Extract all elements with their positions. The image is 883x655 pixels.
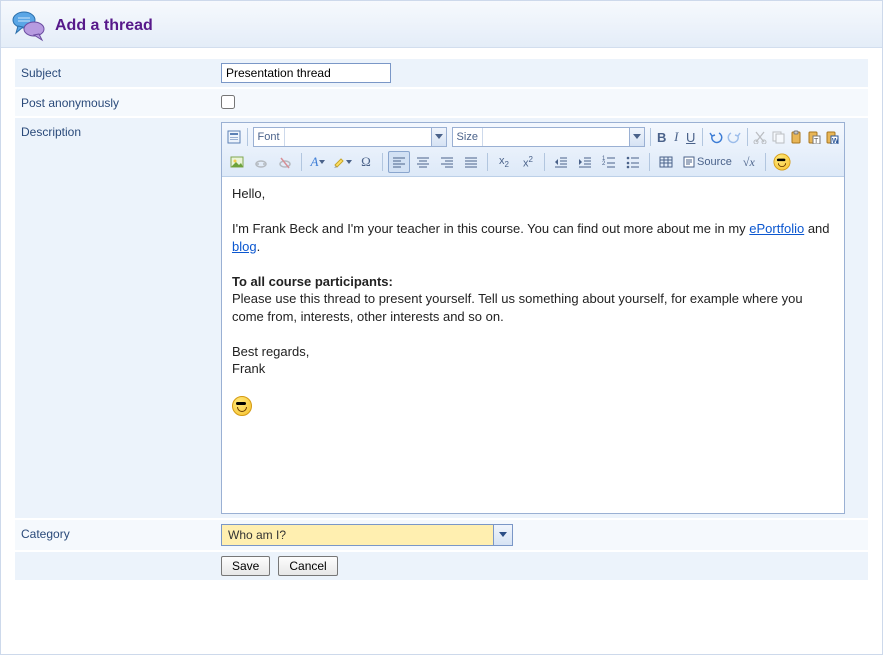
underline-button[interactable]: U: [684, 126, 697, 148]
category-selected-value: Who am I?: [222, 525, 493, 545]
copy-button[interactable]: [770, 126, 786, 148]
italic-button[interactable]: I: [670, 126, 683, 148]
label-description: Description: [21, 122, 221, 139]
cut-button[interactable]: [752, 126, 768, 148]
rich-text-editor: Font Size B I: [221, 122, 845, 514]
indent-button[interactable]: [574, 151, 596, 173]
ordered-list-button[interactable]: 12: [598, 151, 620, 173]
align-justify-button[interactable]: [460, 151, 482, 173]
thread-form: Subject Post anonymously Description: [1, 48, 882, 581]
row-description: Description Font S: [15, 117, 868, 519]
equation-button[interactable]: √x: [738, 151, 760, 173]
align-center-button[interactable]: [412, 151, 434, 173]
editor-toolbar: Font Size B I: [222, 123, 844, 177]
link-button[interactable]: [250, 151, 272, 173]
page-title: Add a thread: [55, 17, 153, 35]
unlink-button[interactable]: [274, 151, 296, 173]
label-post-anon: Post anonymously: [21, 93, 221, 110]
size-combo[interactable]: Size: [452, 127, 645, 147]
add-thread-page: Add a thread Subject Post anonymously De…: [0, 0, 883, 655]
redo-button[interactable]: [726, 126, 742, 148]
paste-button[interactable]: [788, 126, 804, 148]
highlight-button[interactable]: [331, 151, 353, 173]
chevron-down-icon[interactable]: [629, 128, 644, 146]
svg-text:T: T: [814, 138, 819, 144]
chevron-down-icon[interactable]: [493, 525, 512, 545]
page-header: Add a thread: [1, 1, 882, 48]
row-post-anon: Post anonymously: [15, 88, 868, 117]
editor-line: Frank: [232, 360, 834, 378]
blog-link[interactable]: blog: [232, 239, 257, 254]
bold-button[interactable]: B: [655, 126, 668, 148]
editor-body[interactable]: Hello, I'm Frank Beck and I'm your teach…: [222, 177, 844, 513]
superscript-button[interactable]: x2: [517, 151, 539, 173]
row-subject: Subject: [15, 58, 868, 88]
unordered-list-button[interactable]: [622, 151, 644, 173]
templates-icon[interactable]: [226, 126, 242, 148]
discussion-icon: [11, 9, 47, 43]
cancel-button[interactable]: Cancel: [278, 556, 337, 576]
image-button[interactable]: [226, 151, 248, 173]
editor-line: Best regards,: [232, 343, 834, 361]
svg-text:2: 2: [602, 161, 606, 167]
outdent-button[interactable]: [550, 151, 572, 173]
text-color-button[interactable]: A: [307, 151, 329, 173]
label-subject: Subject: [21, 63, 221, 80]
special-char-button[interactable]: Ω: [355, 151, 377, 173]
editor-line: I'm Frank Beck and I'm your teacher in t…: [232, 220, 834, 255]
eportfolio-link[interactable]: ePortfolio: [749, 221, 804, 236]
table-button[interactable]: [655, 151, 677, 173]
category-select[interactable]: Who am I?: [221, 524, 513, 546]
editor-line: To all course participants: Please use t…: [232, 273, 834, 326]
row-buttons: Save Cancel: [15, 551, 868, 581]
svg-text:W: W: [832, 138, 839, 144]
paste-word-button[interactable]: W: [824, 126, 840, 148]
undo-button[interactable]: [708, 126, 724, 148]
post-anon-checkbox[interactable]: [221, 95, 235, 109]
font-value[interactable]: [284, 128, 431, 146]
editor-line: Hello,: [232, 185, 834, 203]
cool-smiley-icon: [232, 396, 252, 416]
row-category: Category Who am I?: [15, 519, 868, 551]
chevron-down-icon[interactable]: [431, 128, 446, 146]
size-value[interactable]: [482, 128, 629, 146]
paste-text-button[interactable]: T: [806, 126, 822, 148]
subscript-button[interactable]: x2: [493, 151, 515, 173]
source-button[interactable]: Source: [679, 151, 736, 173]
save-button[interactable]: Save: [221, 556, 270, 576]
align-left-button[interactable]: [388, 151, 410, 173]
smiley-button[interactable]: [771, 151, 793, 173]
subject-input[interactable]: [221, 63, 391, 83]
align-right-button[interactable]: [436, 151, 458, 173]
label-category: Category: [21, 524, 221, 541]
font-combo[interactable]: Font: [253, 127, 447, 147]
